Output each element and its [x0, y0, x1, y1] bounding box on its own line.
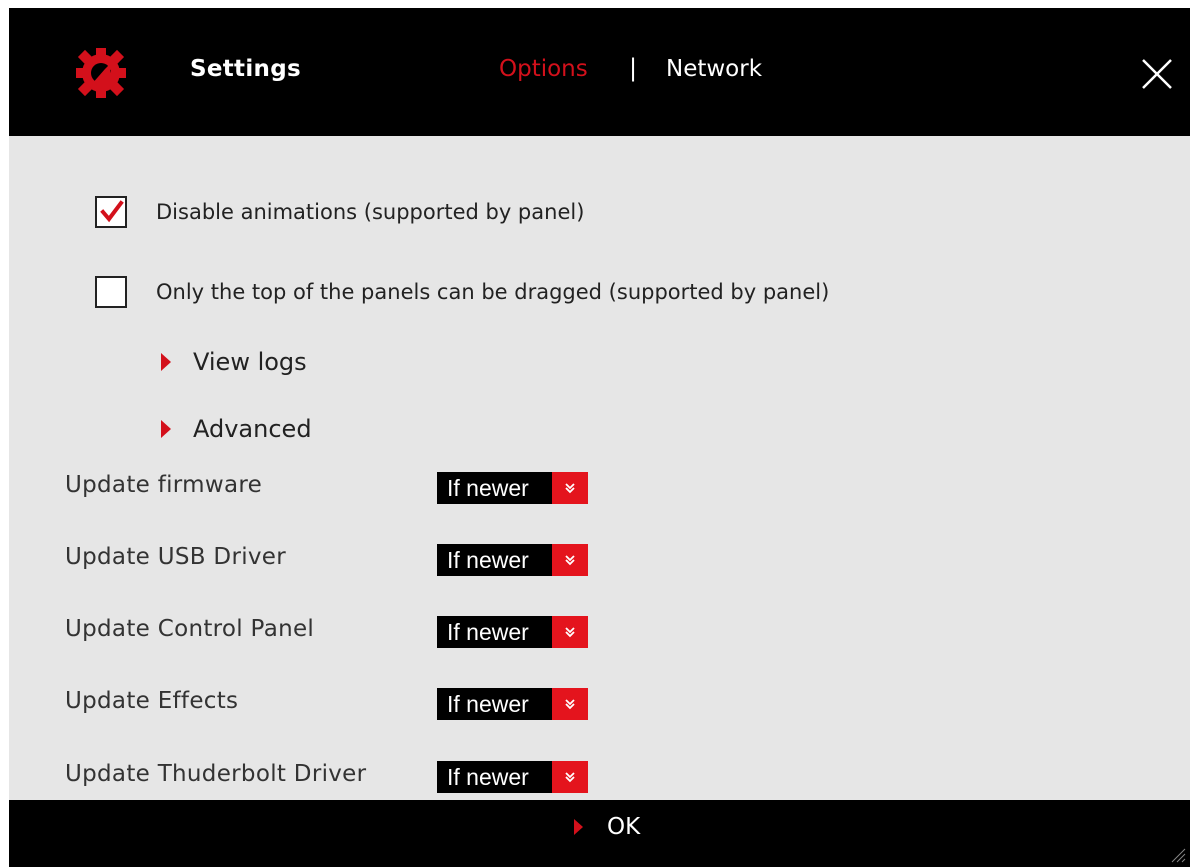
title-bar[interactable]: Settings Options | Network [9, 8, 1190, 136]
advanced-expander[interactable]: Advanced [161, 415, 312, 443]
tab-separator: | [629, 54, 638, 82]
view-logs-expander[interactable]: View logs [161, 348, 307, 376]
select-value: If newer [437, 688, 552, 720]
close-button[interactable] [1139, 56, 1175, 92]
double-chevron-down-icon [552, 761, 588, 793]
update-firmware-label: Update firmware [65, 472, 263, 498]
resize-grip-icon[interactable] [1168, 845, 1186, 863]
caret-right-icon [161, 353, 171, 371]
double-chevron-down-icon [552, 688, 588, 720]
update-effects-select[interactable]: If newer [437, 688, 588, 720]
top-drag-label: Only the top of the panels can be dragge… [156, 280, 830, 304]
update-effects-label: Update Effects [65, 688, 239, 714]
select-value: If newer [437, 616, 552, 648]
tab-network[interactable]: Network [666, 56, 762, 82]
footer-bar: OK [9, 800, 1190, 867]
gear-wrench-icon [69, 44, 133, 102]
update-control-panel-label: Update Control Panel [65, 616, 315, 642]
double-chevron-down-icon [552, 472, 588, 504]
caret-right-icon [574, 819, 583, 835]
select-value: If newer [437, 761, 552, 793]
ok-label: OK [607, 814, 641, 840]
view-logs-label: View logs [193, 348, 307, 376]
double-chevron-down-icon [552, 616, 588, 648]
checkbox-row-top-drag[interactable]: Only the top of the panels can be dragge… [95, 276, 829, 308]
caret-right-icon [161, 420, 171, 438]
update-usb-driver-label: Update USB Driver [65, 544, 287, 570]
checkbox-row-disable-animations[interactable]: Disable animations (supported by panel) [95, 196, 584, 228]
advanced-label: Advanced [193, 415, 312, 443]
tab-options[interactable]: Options [499, 56, 588, 82]
update-thunderbolt-driver-select[interactable]: If newer [437, 761, 588, 793]
settings-window: Settings Options | Network Disable anima… [9, 8, 1190, 867]
update-thunderbolt-driver-label: Update Thuderbolt Driver [65, 761, 367, 787]
top-drag-checkbox[interactable] [95, 276, 127, 308]
double-chevron-down-icon [552, 544, 588, 576]
window-title: Settings [190, 56, 301, 82]
close-icon [1142, 59, 1172, 89]
update-usb-driver-select[interactable]: If newer [437, 544, 588, 576]
disable-animations-label: Disable animations (supported by panel) [156, 200, 585, 224]
update-control-panel-select[interactable]: If newer [437, 616, 588, 648]
select-value: If newer [437, 544, 552, 576]
disable-animations-checkbox[interactable] [95, 196, 127, 228]
update-firmware-select[interactable]: If newer [437, 472, 588, 504]
checkmark-icon [100, 200, 124, 223]
ok-button[interactable]: OK [574, 814, 640, 840]
select-value: If newer [437, 472, 552, 504]
